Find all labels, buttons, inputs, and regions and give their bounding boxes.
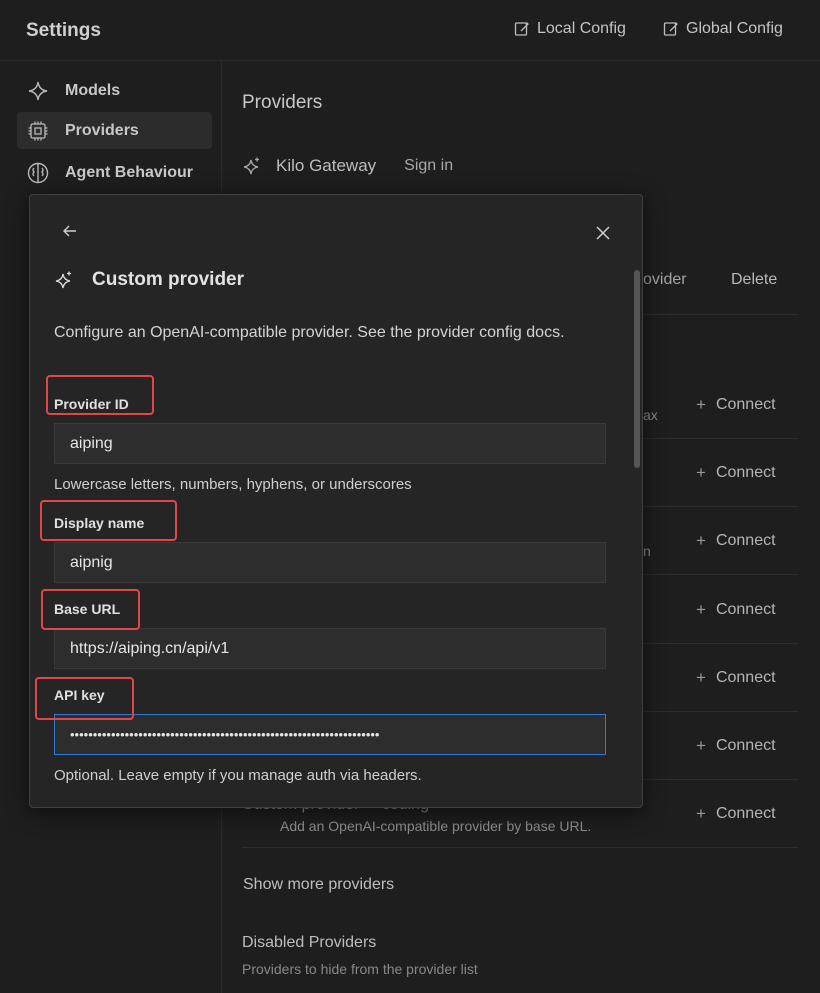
sign-in-link[interactable]: Sign in xyxy=(404,157,453,175)
connect-label: Connect xyxy=(715,396,776,413)
page-title: Settings xyxy=(26,20,101,41)
edit-icon xyxy=(514,21,530,37)
plus-icon: + xyxy=(696,463,706,482)
show-more-providers-link[interactable]: Show more providers xyxy=(243,876,394,894)
dialog-scrollbar[interactable] xyxy=(634,270,640,468)
sparkle-icon xyxy=(27,80,49,102)
back-arrow-icon[interactable] xyxy=(60,221,80,241)
connect-button[interactable]: + Connect xyxy=(696,804,776,824)
plus-icon: + xyxy=(696,395,706,414)
plus-icon: + xyxy=(696,804,706,823)
connect-button[interactable]: + Connect xyxy=(696,600,776,620)
close-icon[interactable] xyxy=(594,224,614,244)
sidebar-item-label: Models xyxy=(65,81,121,99)
connect-button[interactable]: + Connect xyxy=(696,395,776,415)
sparkles-icon xyxy=(54,270,74,290)
divider xyxy=(242,847,798,848)
api-key-input[interactable] xyxy=(54,714,606,755)
edit-icon xyxy=(663,21,679,37)
sidebar-item-label: Providers xyxy=(65,121,139,139)
connect-button[interactable]: + Connect xyxy=(696,668,776,688)
sidebar-item-label: Agent Behaviour xyxy=(65,163,194,181)
provider-id-input[interactable] xyxy=(54,423,606,464)
partial-text: ax xyxy=(643,407,658,423)
sidebar-item-providers[interactable]: Providers xyxy=(17,112,212,149)
display-name-input[interactable] xyxy=(54,542,606,583)
connect-button[interactable]: + Connect xyxy=(696,736,776,756)
connect-label: Connect xyxy=(715,805,776,822)
chip-icon xyxy=(27,120,49,142)
brain-icon xyxy=(27,162,49,184)
partial-provider-text: ovider xyxy=(643,271,687,288)
disabled-providers-title: Disabled Providers xyxy=(242,934,377,951)
sparkles-icon xyxy=(242,156,262,176)
connect-label: Connect xyxy=(715,601,776,618)
api-key-hint: Optional. Leave empty if you manage auth… xyxy=(54,767,422,784)
global-config-label: Global Config xyxy=(686,20,783,37)
connect-label: Connect xyxy=(715,669,776,686)
highlight-box-provider-id xyxy=(46,375,154,415)
base-url-input[interactable] xyxy=(54,628,606,669)
kilo-gateway-label: Kilo Gateway xyxy=(276,156,377,175)
connect-button[interactable]: + Connect xyxy=(696,531,776,551)
connect-button[interactable]: + Connect xyxy=(696,463,776,483)
connect-label: Connect xyxy=(715,737,776,754)
sidebar-item-agent-behaviour[interactable]: Agent Behaviour xyxy=(17,154,212,191)
highlight-box-base-url xyxy=(41,589,140,630)
highlight-box-display-name xyxy=(40,500,177,541)
plus-icon: + xyxy=(696,600,706,619)
connect-label: Connect xyxy=(715,464,776,481)
kilo-gateway-row: Kilo Gateway Sign in xyxy=(242,156,453,176)
local-config-label: Local Config xyxy=(537,20,626,37)
plus-icon: + xyxy=(696,531,706,550)
highlight-box-api-key xyxy=(35,677,134,720)
provider-id-hint: Lowercase letters, numbers, hyphens, or … xyxy=(54,476,412,493)
connect-label: Connect xyxy=(715,532,776,549)
sidebar-item-models[interactable]: Models xyxy=(17,72,212,109)
global-config-button[interactable]: Global Config xyxy=(663,20,783,38)
providers-heading: Providers xyxy=(242,92,323,113)
dialog-title-row: Custom provider xyxy=(54,269,244,291)
local-config-button[interactable]: Local Config xyxy=(514,20,626,38)
disabled-providers-desc: Providers to hide from the provider list xyxy=(242,961,478,977)
header-bar: Settings Local Config Global Config xyxy=(0,0,820,61)
plus-icon: + xyxy=(696,736,706,755)
plus-icon: + xyxy=(696,668,706,687)
delete-button[interactable]: Delete xyxy=(731,271,777,289)
dialog-description: Configure an OpenAI-compatible provider.… xyxy=(54,324,565,341)
custom-provider-row-desc: Add an OpenAI-compatible provider by bas… xyxy=(280,818,592,834)
partial-text: n xyxy=(643,543,651,559)
dialog-title: Custom provider xyxy=(92,269,245,290)
